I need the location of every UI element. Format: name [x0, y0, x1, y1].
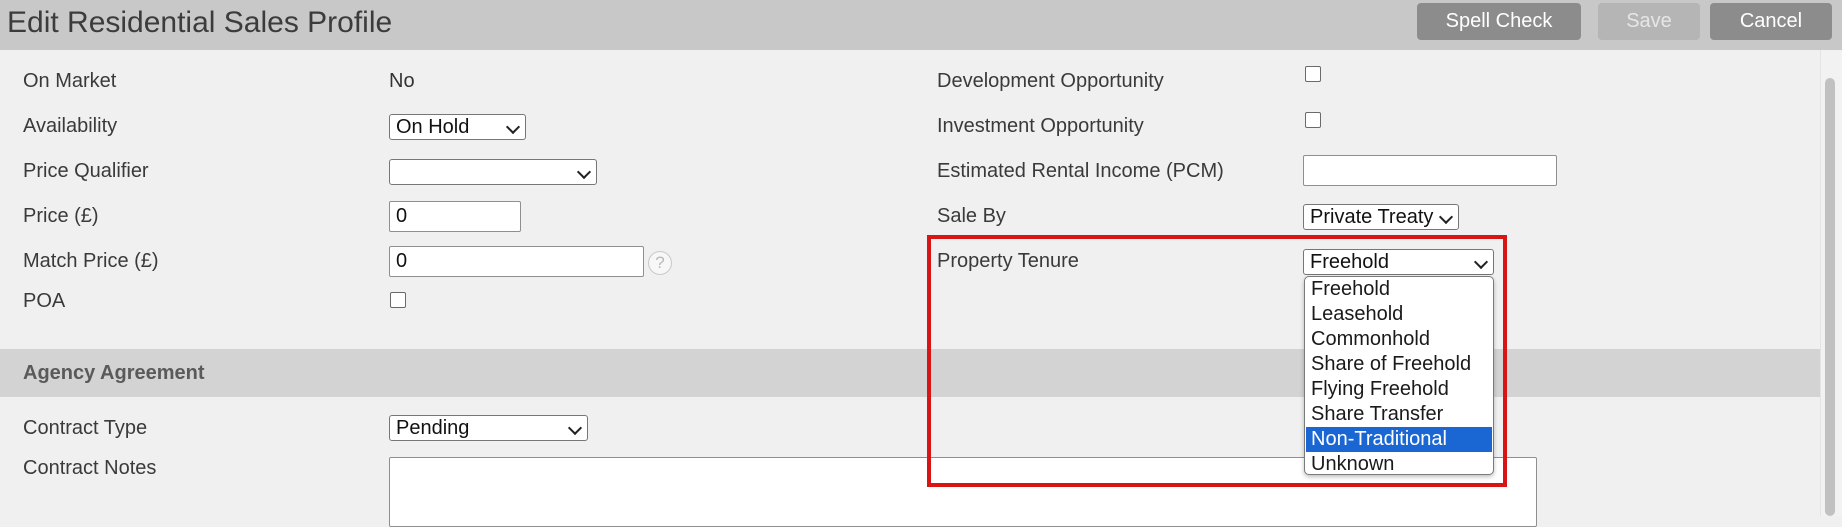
investment-opportunity-checkbox[interactable]: [1305, 112, 1321, 128]
on-market-value: No: [389, 70, 415, 92]
contract-type-select-value: Pending: [396, 417, 470, 439]
save-button[interactable]: Save: [1598, 3, 1700, 40]
page-title: Edit Residential Sales Profile: [7, 6, 393, 39]
estimated-rental-income-input[interactable]: [1303, 155, 1557, 186]
agency-agreement-section-header: Agency Agreement: [0, 349, 1820, 397]
availability-label: Availability: [23, 115, 118, 137]
help-icon[interactable]: ?: [648, 251, 672, 275]
poa-checkbox[interactable]: [390, 292, 406, 308]
highlight-box: [927, 235, 1507, 487]
chevron-down-icon: [1438, 209, 1454, 225]
chevron-down-icon: [567, 420, 583, 436]
contract-notes-label: Contract Notes: [23, 457, 157, 479]
development-opportunity-checkbox[interactable]: [1305, 66, 1321, 82]
chevron-down-icon: [576, 164, 592, 180]
header-bar: Edit Residential Sales Profile Spell Che…: [0, 0, 1842, 50]
price-qualifier-label: Price Qualifier: [23, 160, 149, 182]
sale-by-select-value: Private Treaty: [1310, 206, 1434, 228]
sale-by-label: Sale By: [937, 205, 1006, 227]
spell-check-button[interactable]: Spell Check: [1417, 3, 1581, 40]
section-title: Agency Agreement: [23, 362, 205, 384]
availability-select[interactable]: On Hold: [389, 114, 526, 140]
price-input[interactable]: 0: [389, 201, 521, 232]
on-market-label: On Market: [23, 70, 117, 92]
price-qualifier-select[interactable]: [389, 159, 597, 185]
match-price-label: Match Price (£): [23, 250, 159, 272]
cancel-button[interactable]: Cancel: [1710, 3, 1832, 40]
contract-type-select[interactable]: Pending: [389, 415, 588, 441]
investment-opportunity-label: Investment Opportunity: [937, 115, 1144, 137]
chevron-down-icon: [505, 119, 521, 135]
price-label: Price (£): [23, 205, 99, 227]
scrollbar-thumb[interactable]: [1825, 78, 1835, 516]
contract-type-label: Contract Type: [23, 417, 148, 439]
poa-label: POA: [23, 290, 66, 312]
availability-select-value: On Hold: [396, 116, 470, 138]
sale-by-select[interactable]: Private Treaty: [1303, 204, 1459, 230]
development-opportunity-label: Development Opportunity: [937, 70, 1164, 92]
estimated-rental-income-label: Estimated Rental Income (PCM): [937, 160, 1224, 182]
match-price-input[interactable]: 0: [389, 246, 644, 277]
